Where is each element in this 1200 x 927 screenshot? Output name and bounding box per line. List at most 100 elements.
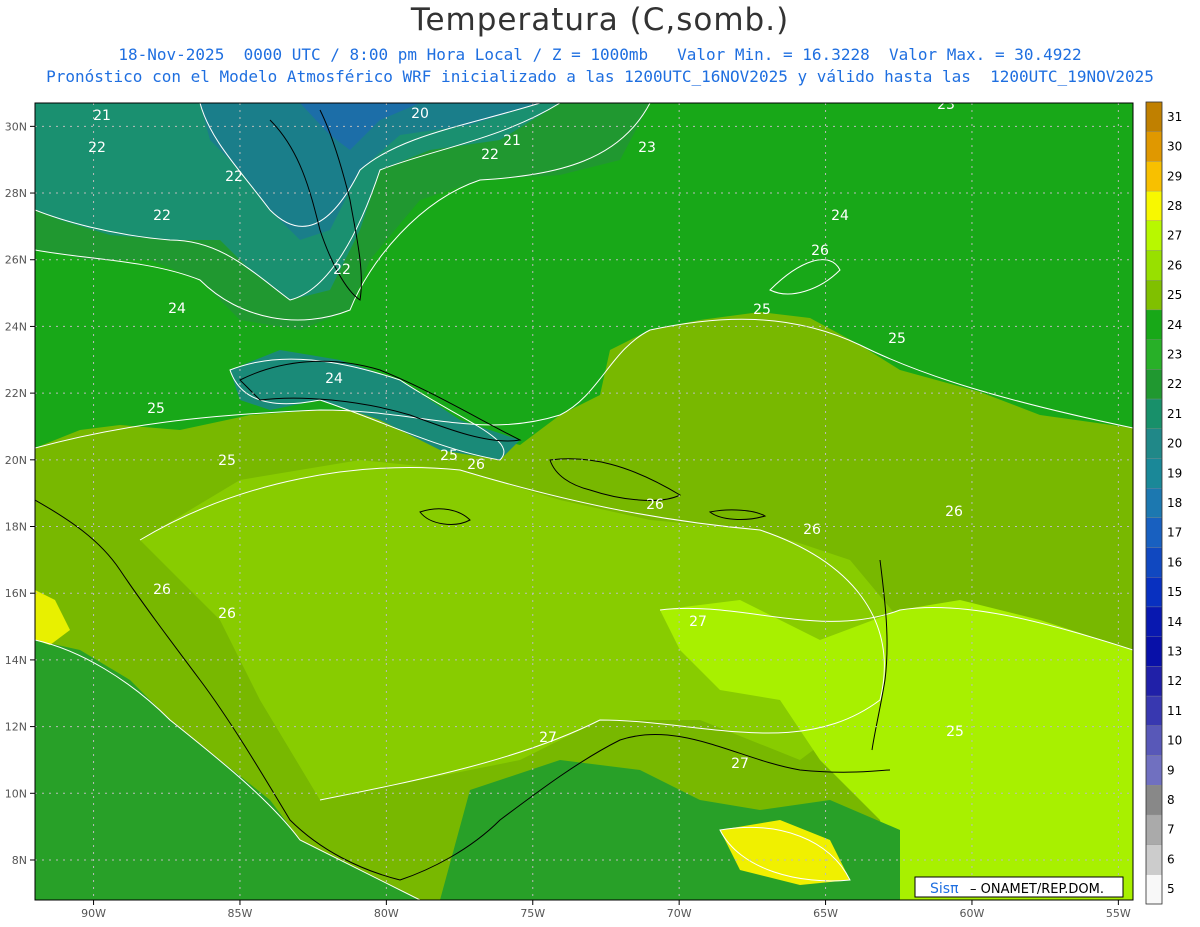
lat-tick-label: 14N	[5, 654, 27, 667]
credit-box: Sisπ – ONAMET/REP.DOM.	[914, 876, 1124, 898]
colorbar-label: 31	[1167, 110, 1182, 124]
colorbar-label: 29	[1167, 169, 1182, 183]
colorbar-swatch	[1145, 785, 1163, 816]
contour-label: 26	[467, 457, 485, 473]
credit-org: – ONAMET/REP.DOM.	[970, 882, 1104, 897]
colorbar-swatch	[1145, 695, 1163, 726]
contour-label: 26	[811, 243, 829, 259]
colorbar-swatch	[1145, 577, 1163, 608]
credit-brand: Sisπ	[930, 881, 959, 897]
contour-label: 22	[225, 169, 243, 185]
contour-label: 23	[937, 97, 955, 113]
colorbar-swatch	[1145, 755, 1163, 786]
colorbar-label: 8	[1167, 793, 1175, 807]
colorbar-label: 24	[1167, 318, 1182, 332]
lon-tick-label: 65W	[813, 907, 838, 920]
contour-label: 27	[539, 730, 557, 746]
colorbar-label: 21	[1167, 407, 1182, 421]
colorbar-label: 11	[1167, 704, 1182, 718]
lat-tick-label: 16N	[5, 587, 27, 600]
colorbar-swatch	[1145, 280, 1163, 311]
colorbar-label: 17	[1167, 526, 1182, 540]
contour-label: 25	[440, 448, 458, 464]
colorbar-swatch	[1145, 369, 1163, 400]
contour-label: 26	[153, 582, 171, 598]
colorbar-label: 9	[1167, 763, 1175, 777]
colorbar-label: 14	[1167, 615, 1182, 629]
contour-label: 22	[88, 140, 106, 156]
lat-tick-label: 24N	[5, 320, 27, 333]
contour-label: 20	[411, 106, 429, 122]
colorbar-swatch	[1145, 844, 1163, 875]
colorbar-swatch	[1145, 814, 1163, 845]
colorbar-swatch	[1145, 309, 1163, 340]
contour-label: 24	[168, 301, 186, 317]
colorbar-swatch	[1145, 190, 1163, 221]
contour-label: 21	[503, 133, 521, 149]
contour-label: 24	[831, 208, 849, 224]
lon-tick-label: 55W	[1106, 907, 1131, 920]
contour-label: 21	[93, 108, 111, 124]
contour-label: 25	[147, 401, 165, 417]
colorbar-label: 18	[1167, 496, 1182, 510]
colorbar-swatch	[1145, 220, 1163, 251]
colorbar-swatch	[1145, 161, 1163, 192]
contour-label: 26	[218, 606, 236, 622]
contour-label: 22	[153, 208, 171, 224]
contour-label: 25	[218, 453, 236, 469]
colorbar-label: 16	[1167, 555, 1182, 569]
lon-tick-label: 75W	[520, 907, 545, 920]
colorbar-swatch	[1145, 428, 1163, 459]
colorbar-swatch	[1145, 487, 1163, 519]
lat-tick-label: 8N	[12, 854, 27, 867]
lon-tick-label: 60W	[960, 907, 985, 920]
colorbar-label: 23	[1167, 347, 1182, 361]
colorbar-label: 15	[1167, 585, 1182, 599]
colorbar-label: 12	[1167, 674, 1182, 688]
lat-tick-label: 10N	[5, 787, 27, 800]
colorbar-label: 26	[1167, 258, 1182, 272]
colorbar-swatch	[1145, 725, 1163, 756]
colorbar-swatch	[1145, 547, 1163, 578]
lat-tick-label: 22N	[5, 387, 27, 400]
contour-label: 26	[803, 522, 821, 538]
lat-tick-label: 30N	[5, 120, 27, 133]
lat-tick-label: 28N	[5, 187, 27, 200]
lon-tick-label: 70W	[667, 907, 692, 920]
lat-tick-label: 12N	[5, 721, 27, 734]
colorbar-swatch	[1145, 131, 1163, 162]
lon-tick-label: 80W	[374, 907, 399, 920]
colorbar-label: 25	[1167, 288, 1182, 302]
colorbar-label: 10	[1167, 734, 1182, 748]
colorbar-swatch	[1145, 101, 1163, 132]
contour-label: 26	[646, 497, 664, 513]
contour-label: 26	[945, 504, 963, 520]
colorbar-swatch	[1145, 636, 1163, 667]
lon-tick-label: 85W	[228, 907, 253, 920]
colorbar-label: 7	[1167, 823, 1175, 837]
map-field	[35, 103, 1133, 900]
colorbar-swatch	[1145, 666, 1163, 697]
contour-label: 22	[333, 262, 351, 278]
lat-tick-label: 20N	[5, 454, 27, 467]
colorbar-label: 6	[1167, 852, 1175, 866]
contour-label: 25	[753, 302, 771, 318]
colorbar-label: 20	[1167, 437, 1182, 451]
lon-tick-label: 90W	[81, 907, 106, 920]
longitude-axis: 90W 85W 80W 75W 70W 65W 60W 55W	[81, 900, 1131, 920]
contour-label: 24	[325, 371, 343, 387]
colorbar-label: 13	[1167, 645, 1182, 659]
colorbar-swatch	[1145, 250, 1163, 281]
lat-tick-label: 18N	[5, 521, 27, 534]
colorbar-label: 27	[1167, 229, 1182, 243]
colorbar-label: 19	[1167, 466, 1182, 480]
colorbar: 31 30 29 28 27 26 25 24 23 22 21 20 19 18 17 16 15 14 13 12…	[1145, 101, 1182, 905]
colorbar-label: 28	[1167, 199, 1182, 213]
colorbar-swatch	[1145, 874, 1163, 905]
lat-tick-label: 26N	[5, 254, 27, 267]
colorbar-label: 5	[1167, 882, 1175, 896]
colorbar-label: 22	[1167, 377, 1182, 391]
colorbar-swatch	[1145, 517, 1163, 548]
contour-label: 27	[731, 756, 749, 772]
temperature-map: 21 22 22 22 22 20 21 22 23 23 24 24 24 25 25 25 25 25 26 26…	[5, 97, 1183, 920]
